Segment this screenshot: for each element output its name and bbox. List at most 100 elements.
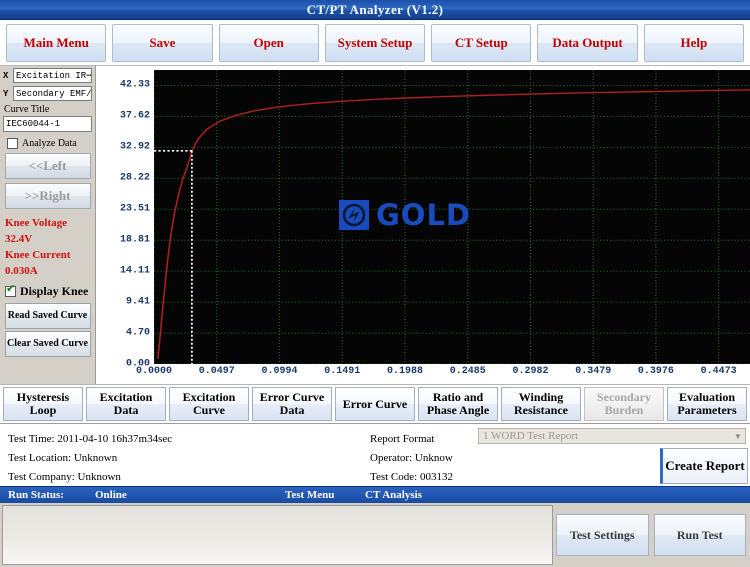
test-code-label: Test Code:: [370, 471, 417, 483]
x-axis-select[interactable]: Excitation IR⋯: [13, 68, 92, 83]
tab-error-curve[interactable]: Error Curve: [335, 387, 415, 421]
analyze-data-checkbox[interactable]: [7, 138, 18, 149]
y-tick-label: 37.62: [120, 111, 150, 122]
x-tick-label: 0.1491: [324, 366, 360, 377]
x-tick-label: 0.0497: [199, 366, 235, 377]
analyze-data-label: Analyze Data: [22, 138, 77, 149]
y-tick-label: 42.33: [120, 80, 150, 91]
window-title-bar: CT/PT Analyzer (V1.2): [0, 0, 750, 20]
operator-value: Unknow: [415, 452, 453, 464]
x-axis-label: X: [3, 71, 10, 81]
operator-label: Operator:: [370, 452, 412, 464]
main-toolbar: Main Menu Save Open System Setup CT Setu…: [0, 20, 750, 66]
bottom-button-group: Test Settings Run Test: [556, 505, 748, 565]
report-format-label: Report Format: [370, 433, 434, 445]
knee-current-value: 0.030A: [5, 264, 92, 280]
tab-evaluation-parameters[interactable]: Evaluation Parameters: [667, 387, 747, 421]
tab-excitation-curve[interactable]: Excitation Curve: [169, 387, 249, 421]
test-menu-value: CT Analysis: [365, 487, 422, 504]
x-tick-label: 0.0994: [261, 366, 297, 377]
y-tick-label: 9.41: [126, 297, 150, 308]
clear-saved-curve-button[interactable]: Clear Saved Curve: [5, 331, 91, 357]
y-axis-selector-row: Y Secondary EMF/V: [3, 86, 92, 101]
test-company-row: Test Company: Unknown: [8, 468, 172, 487]
run-status-label: Run Status:: [8, 487, 64, 504]
x-axis-tick-labels: 0.00000.04970.09940.14910.19880.24850.29…: [154, 366, 750, 382]
gold-logo-icon: [339, 200, 369, 230]
y-tick-label: 23.51: [120, 204, 150, 215]
y-tick-label: 32.92: [120, 142, 150, 153]
test-time-row: Test Time: 2011-04-10 16h37m34sec: [8, 430, 172, 449]
main-menu-button[interactable]: Main Menu: [6, 24, 106, 62]
ct-setup-button[interactable]: CT Setup: [431, 24, 531, 62]
curve-control-panel: X Excitation IR⋯ Y Secondary EMF/V Curve…: [0, 66, 96, 384]
knee-voltage-value: 32.4V: [5, 232, 92, 248]
test-info-right-column: Report Format Operator: Unknow Test Code…: [370, 430, 453, 487]
report-format-row: Report Format: [370, 430, 453, 449]
y-axis-label: Y: [3, 89, 10, 99]
status-bar: Run Status: Online Test Menu CT Analysis: [0, 486, 750, 503]
y-tick-label: 28.22: [120, 173, 150, 184]
page-title: CT/PT Analyzer (V1.2): [307, 2, 444, 17]
test-location-label: Test Location:: [8, 452, 71, 464]
test-info-panel: Test Time: 2011-04-10 16h37m34sec Test L…: [0, 424, 750, 486]
test-location-row: Test Location: Unknown: [8, 449, 172, 468]
test-time-value: 2011-04-10 16h37m34sec: [57, 433, 172, 445]
display-knee-label: Display Knee: [20, 284, 88, 299]
y-tick-label: 14.11: [120, 266, 150, 277]
x-tick-label: 0.1988: [387, 366, 423, 377]
x-tick-label: 0.2485: [450, 366, 486, 377]
y-tick-label: 18.81: [120, 235, 150, 246]
save-button[interactable]: Save: [112, 24, 212, 62]
plot-canvas[interactable]: GOLD: [154, 70, 750, 364]
right-button[interactable]: >>Right: [5, 183, 91, 209]
report-format-value: 1 WORD Test Report: [483, 429, 578, 444]
y-tick-label: 4.70: [126, 328, 150, 339]
tab-secondary-burden: Secondary Burden: [584, 387, 664, 421]
test-code-row: Test Code: 003132: [370, 468, 453, 487]
knee-current-label: Knee Current: [5, 248, 92, 264]
application-window: CT/PT Analyzer (V1.2) Main Menu Save Ope…: [0, 0, 750, 567]
analyze-data-row: Analyze Data: [7, 138, 92, 149]
read-saved-curve-button[interactable]: Read Saved Curve: [5, 303, 91, 329]
x-tick-label: 0.3479: [575, 366, 611, 377]
message-panel: [2, 505, 553, 565]
tab-ratio-and-phase-angle[interactable]: Ratio and Phase Angle: [418, 387, 498, 421]
gold-watermark: GOLD: [339, 198, 471, 232]
curve-title-label: Curve Title: [4, 104, 92, 115]
test-code-value: 003132: [420, 471, 453, 483]
data-output-button[interactable]: Data Output: [537, 24, 637, 62]
y-axis-select[interactable]: Secondary EMF/V: [13, 86, 92, 101]
curve-title-input[interactable]: IEC60044-1: [3, 116, 92, 132]
test-time-label: Test Time:: [8, 433, 55, 445]
chevron-down-icon: ▼: [731, 429, 745, 444]
run-status-value: Online: [95, 487, 127, 504]
display-knee-checkbox[interactable]: [5, 286, 16, 297]
tab-excitation-data[interactable]: Excitation Data: [86, 387, 166, 421]
display-knee-row: Display Knee: [5, 284, 92, 299]
run-test-button[interactable]: Run Test: [654, 514, 747, 556]
create-report-button[interactable]: Create Report: [660, 448, 748, 484]
system-setup-button[interactable]: System Setup: [325, 24, 425, 62]
gold-watermark-text: GOLD: [376, 198, 471, 232]
test-company-label: Test Company:: [8, 471, 75, 483]
bottom-bar: Test Settings Run Test: [0, 503, 750, 567]
result-tab-bar: Hysteresis Loop Excitation Data Excitati…: [0, 384, 750, 424]
excitation-curve-chart: 0.004.709.4114.1118.8123.5128.2232.9237.…: [96, 66, 750, 384]
open-button[interactable]: Open: [219, 24, 319, 62]
x-tick-label: 0.2982: [512, 366, 548, 377]
x-tick-label: 0.0000: [136, 366, 172, 377]
tab-winding-resistance[interactable]: Winding Resistance: [501, 387, 581, 421]
x-tick-label: 0.3976: [638, 366, 674, 377]
help-button[interactable]: Help: [644, 24, 744, 62]
x-axis-selector-row: X Excitation IR⋯: [3, 68, 92, 83]
report-format-select[interactable]: 1 WORD Test Report ▼: [478, 428, 746, 444]
tab-error-curve-data[interactable]: Error Curve Data: [252, 387, 332, 421]
operator-row: Operator: Unknow: [370, 449, 453, 468]
left-button[interactable]: <<Left: [5, 153, 91, 179]
knee-readout: Knee Voltage 32.4V Knee Current 0.030A: [5, 216, 92, 280]
tab-hysteresis-loop[interactable]: Hysteresis Loop: [3, 387, 83, 421]
chart-area: X Excitation IR⋯ Y Secondary EMF/V Curve…: [0, 66, 750, 384]
y-axis-tick-labels: 0.004.709.4114.1118.8123.5128.2232.9237.…: [96, 66, 152, 366]
test-settings-button[interactable]: Test Settings: [556, 514, 649, 556]
